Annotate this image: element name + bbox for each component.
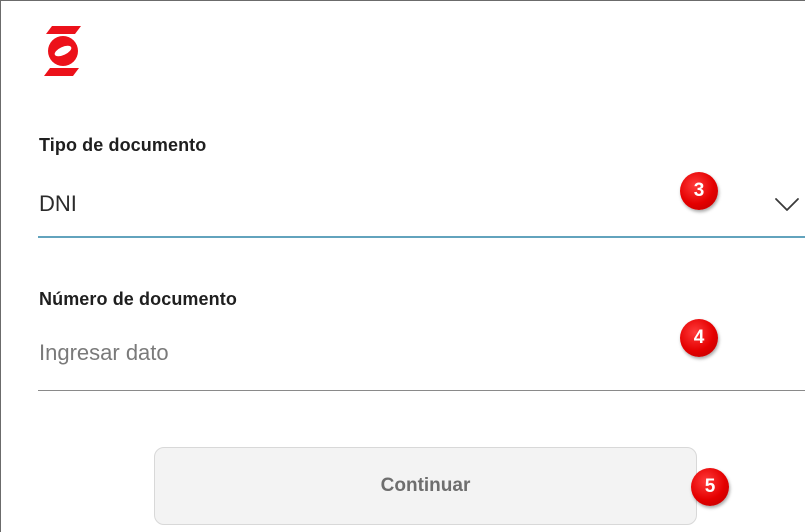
step-4-badge: 4: [680, 319, 718, 357]
document-number-label: Número de documento: [39, 289, 237, 309]
document-number-input[interactable]: [38, 335, 640, 371]
step-5-badge: 5: [691, 468, 729, 506]
document-type-label: Tipo de documento: [39, 135, 207, 155]
scotiabank-logo-icon: [39, 23, 87, 79]
continue-button[interactable]: Continuar: [154, 447, 697, 525]
login-panel: Tipo de documento DNI Número de document…: [0, 0, 805, 532]
document-type-value: DNI: [39, 191, 77, 216]
chevron-down-icon[interactable]: [774, 191, 800, 217]
step-3-badge: 3: [680, 172, 718, 210]
